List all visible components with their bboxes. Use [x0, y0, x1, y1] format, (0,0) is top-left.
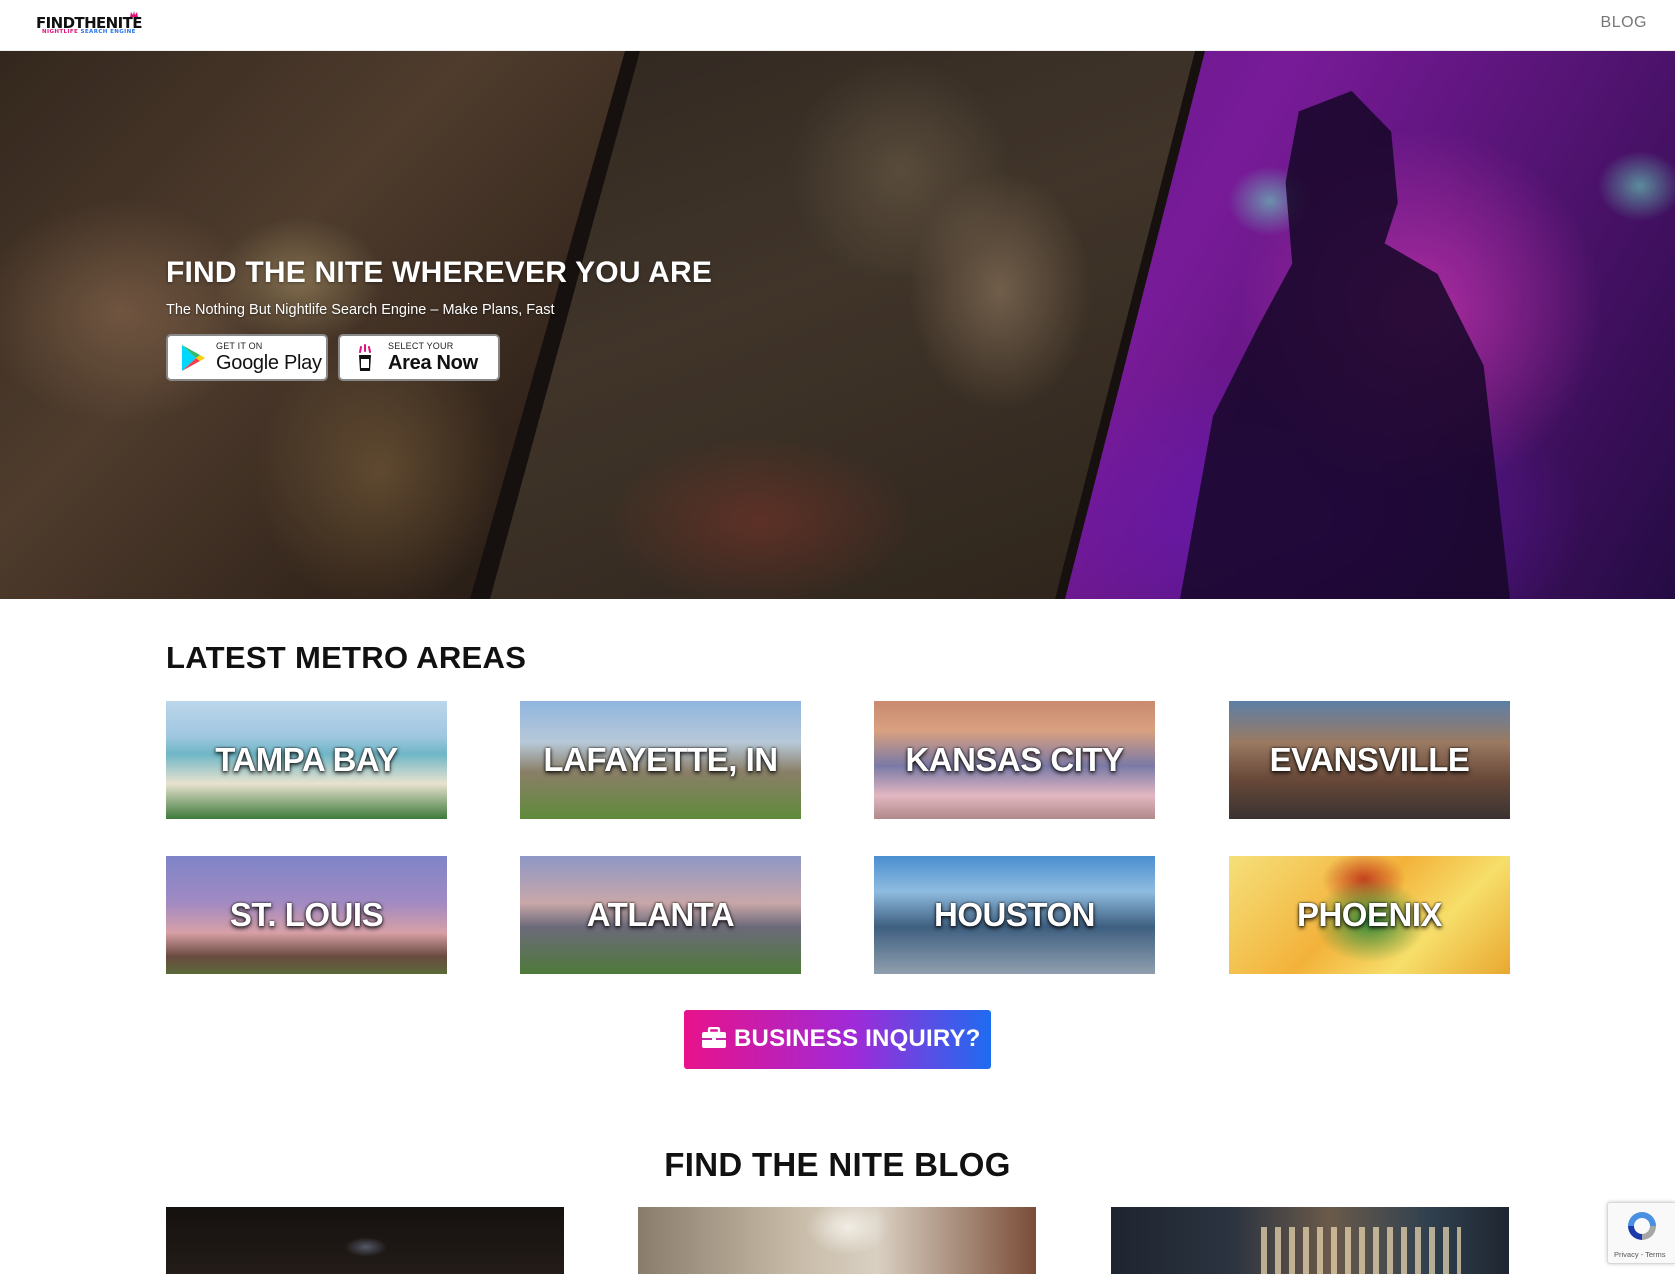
site-header: FINDTHENITE NIGHTLIFE SEARCH ENGINE BLOG [0, 0, 1675, 51]
google-play-small-text: GET IT ON [216, 341, 263, 351]
recaptcha-terms[interactable]: Privacy - Terms [1614, 1250, 1666, 1259]
metro-card-label: TAMPA BAY [215, 741, 398, 778]
metro-card-label: KANSAS CITY [905, 741, 1124, 778]
metro-card-label: LAFAYETTE, IN [543, 741, 778, 778]
bottles-shelf [1261, 1227, 1461, 1274]
site-logo[interactable]: FINDTHENITE NIGHTLIFE SEARCH ENGINE [36, 11, 161, 38]
metro-card-label: ATLANTA [586, 896, 735, 933]
google-play-icon [182, 345, 205, 371]
select-area-button[interactable]: SELECT YOUR Area Now [338, 334, 500, 381]
area-button-big-text: Area Now [388, 352, 478, 374]
google-play-button[interactable]: GET IT ON Google Play [166, 334, 328, 381]
hero-banner: FIND THE NITE WHEREVER YOU ARE The Nothi… [0, 51, 1675, 599]
hero-title: FIND THE NITE WHEREVER YOU ARE [166, 256, 713, 289]
metro-card-atlanta[interactable]: ATLANTA [520, 856, 801, 974]
metro-card-label: EVANSVILLE [1269, 741, 1470, 778]
metro-card-label: HOUSTON [934, 896, 1095, 933]
business-inquiry-button[interactable]: BUSINESS INQUIRY? [684, 1010, 991, 1069]
nav-blog-link[interactable]: BLOG [1601, 14, 1647, 32]
area-button-small-text: SELECT YOUR [388, 341, 454, 351]
metro-card-houston[interactable]: HOUSTON [874, 856, 1155, 974]
metro-card-lafayette[interactable]: LAFAYETTE, IN [520, 701, 801, 819]
drink-glass-icon [359, 344, 371, 371]
recaptcha-badge[interactable]: Privacy - Terms [1607, 1202, 1675, 1264]
metro-card-kansas-city[interactable]: KANSAS CITY [874, 701, 1155, 819]
google-play-big-text: Google Play [216, 352, 322, 374]
metro-card-label: ST. LOUIS [229, 896, 384, 933]
blog-card-image[interactable] [166, 1207, 564, 1274]
metro-card-label: PHOENIX [1296, 896, 1443, 933]
metro-section-title: LATEST METRO AREAS [166, 640, 527, 675]
blog-card-image[interactable] [1111, 1207, 1509, 1274]
business-inquiry-label: BUSINESS INQUIRY? [734, 1025, 981, 1052]
hero-subtitle: The Nothing But Nightlife Search Engine … [166, 302, 555, 318]
blog-section-title: FIND THE NITE BLOG [664, 1146, 1011, 1183]
crown-icon [130, 11, 138, 17]
logo-tagline: NIGHTLIFE SEARCH ENGINE [42, 29, 136, 35]
metro-card-tampa-bay[interactable]: TAMPA BAY [166, 701, 447, 819]
briefcase-icon [702, 1027, 726, 1048]
metro-card-st-louis[interactable]: ST. LOUIS [166, 856, 447, 974]
blog-card-image[interactable] [638, 1207, 1036, 1274]
recaptcha-icon [1628, 1212, 1656, 1240]
metro-card-phoenix[interactable]: PHOENIX [1229, 856, 1510, 974]
metro-card-evansville[interactable]: EVANSVILLE [1229, 701, 1510, 819]
